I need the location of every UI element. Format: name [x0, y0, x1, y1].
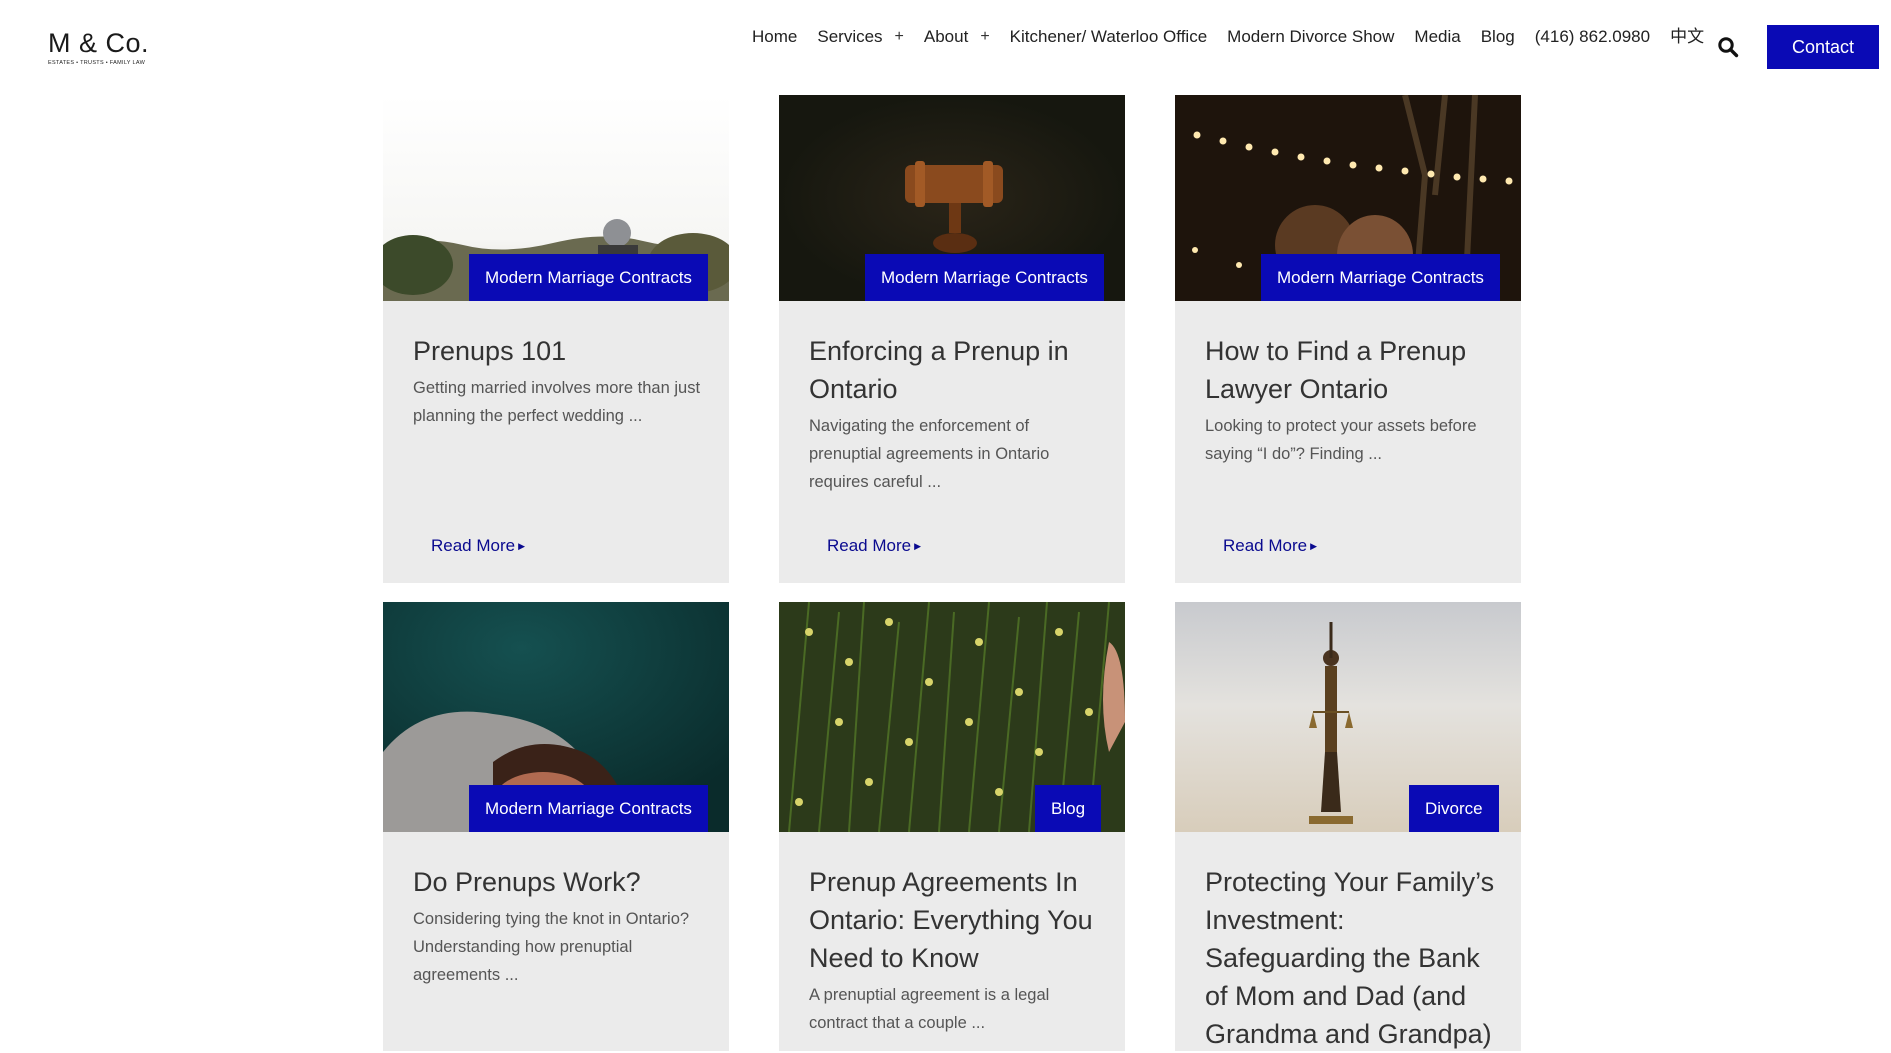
- post-card[interactable]: Modern Marriage Contracts Do Prenups Wor…: [383, 602, 729, 1051]
- category-badge[interactable]: Modern Marriage Contracts: [469, 785, 708, 832]
- category-badge[interactable]: Blog: [1035, 785, 1102, 832]
- read-more-link[interactable]: Read More ▶: [1223, 536, 1317, 556]
- post-excerpt: Navigating the enforcement of prenuptial…: [809, 417, 1050, 491]
- read-more-link[interactable]: Read More ▶: [431, 536, 525, 556]
- post-title[interactable]: Protecting Your Family’s Investment: Saf…: [1205, 863, 1501, 1053]
- nav-item-media[interactable]: Media: [1414, 26, 1460, 47]
- read-more-label: Read More: [431, 536, 516, 555]
- nav-label: Home: [752, 26, 798, 46]
- category-badge[interactable]: Modern Marriage Contracts: [1261, 254, 1500, 301]
- nav-label: Kitchener/ Waterloo Office: [1009, 26, 1208, 46]
- logo-tagline: ESTATES • TRUSTS • FAMILY LAW: [48, 60, 146, 66]
- logo[interactable]: M & Co. ESTATES • TRUSTS • FAMILY LAW: [48, 28, 149, 66]
- nav-label: Blog: [1480, 26, 1515, 46]
- post-card[interactable]: Modern Marriage Contracts Prenups 101 Ge…: [383, 95, 729, 583]
- logo-text: M & Co.: [48, 28, 150, 58]
- nav-item-modern-divorce-show[interactable]: Modern Divorce Show: [1227, 26, 1394, 47]
- caret-right-icon: ▶: [1310, 541, 1318, 551]
- post-excerpt: Looking to protect your assets before sa…: [1205, 417, 1477, 463]
- nav-item-about[interactable]: About +: [924, 26, 990, 47]
- main-nav: Home Services + About + Kitchener/ Waterlo…: [752, 26, 1724, 48]
- post-title[interactable]: How to Find a Prenup Lawyer Ontario: [1205, 332, 1501, 408]
- post-card[interactable]: Blog Prenup Agreements In Ontario: Every…: [779, 602, 1125, 1051]
- contact-button[interactable]: Contact: [1767, 25, 1879, 69]
- category-badge[interactable]: Divorce: [1409, 785, 1499, 832]
- post-excerpt: Considering tying the knot in Ontario? U…: [413, 910, 690, 984]
- post-title[interactable]: Prenups 101: [413, 332, 709, 370]
- post-excerpt: Getting married involves more than just …: [413, 379, 701, 425]
- caret-right-icon: ▶: [914, 541, 922, 551]
- post-title[interactable]: Prenup Agreements In Ontario: Everything…: [809, 863, 1105, 977]
- plus-icon[interactable]: +: [980, 28, 989, 46]
- search-icon[interactable]: [1717, 36, 1739, 58]
- nav-item-blog[interactable]: Blog: [1481, 26, 1515, 47]
- category-badge[interactable]: Modern Marriage Contracts: [865, 254, 1104, 301]
- nav-label: Services: [817, 26, 883, 46]
- read-more-label: Read More: [1223, 536, 1308, 555]
- nav-item-kitchener-waterloo-office[interactable]: Kitchener/ Waterloo Office: [1010, 26, 1207, 47]
- post-excerpt: A prenuptial agreement is a legal contra…: [809, 986, 1050, 1032]
- post-card[interactable]: Divorce Protecting Your Family’s Investm…: [1175, 602, 1521, 1051]
- nav-item-services[interactable]: Services +: [817, 26, 904, 47]
- nav-label: 中文: [1670, 27, 1705, 47]
- plus-icon[interactable]: +: [895, 28, 904, 46]
- post-title[interactable]: Do Prenups Work?: [413, 863, 709, 901]
- post-title[interactable]: Enforcing a Prenup in Ontario: [809, 332, 1105, 408]
- nav-item-chinese[interactable]: 中文: [1670, 22, 1704, 47]
- nav-label: (416) 862.0980: [1534, 26, 1651, 46]
- nav-label: Modern Divorce Show: [1227, 26, 1395, 46]
- nav-item-home[interactable]: Home: [752, 26, 797, 47]
- read-more-label: Read More: [827, 536, 912, 555]
- post-card[interactable]: Modern Marriage Contracts Enforcing a Pr…: [779, 95, 1125, 583]
- nav-label: About: [923, 26, 969, 46]
- nav-label: Media: [1414, 26, 1461, 46]
- category-badge[interactable]: Modern Marriage Contracts: [469, 254, 708, 301]
- caret-right-icon: ▶: [518, 541, 526, 551]
- post-card[interactable]: Modern Marriage Contracts How to Find a …: [1175, 95, 1521, 583]
- nav-item-phone[interactable]: (416) 862.0980: [1535, 26, 1650, 47]
- site-header: M & Co. ESTATES • TRUSTS • FAMILY LAW Ho…: [0, 0, 1891, 90]
- read-more-link[interactable]: Read More ▶: [827, 536, 921, 556]
